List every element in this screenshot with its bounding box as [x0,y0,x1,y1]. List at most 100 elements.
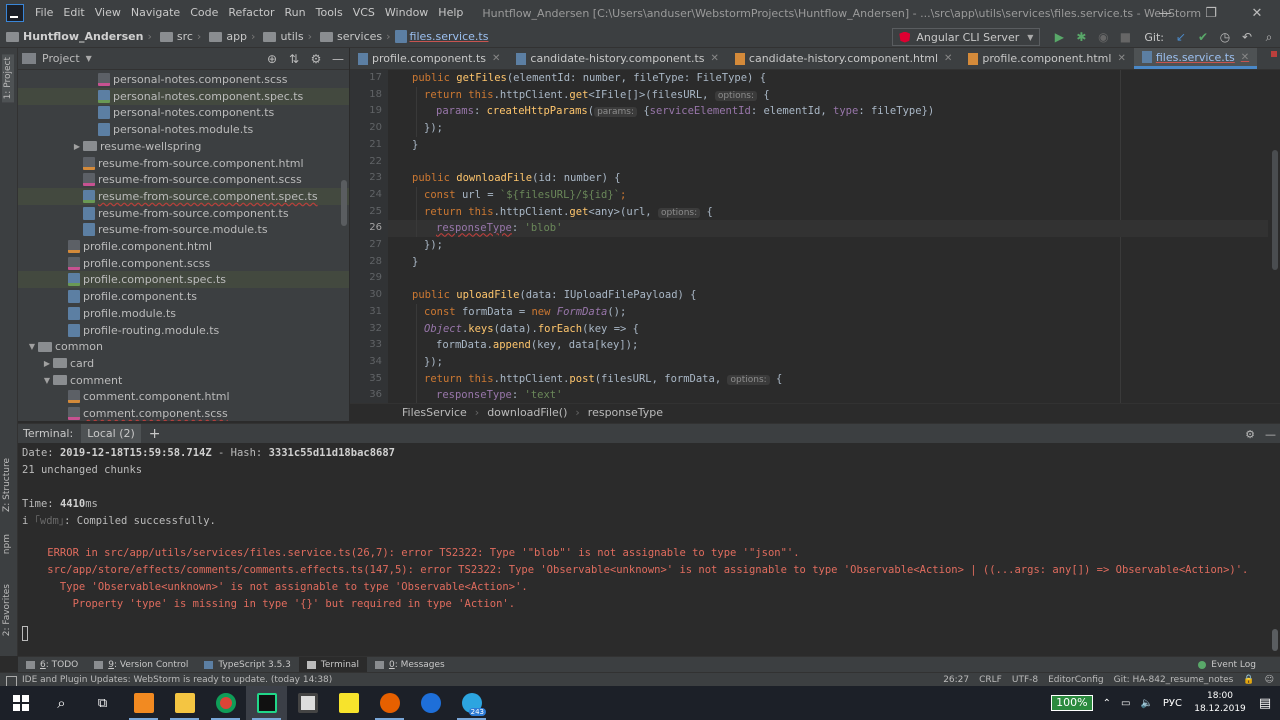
tree-file[interactable]: personal-notes.module.ts [18,121,349,138]
editor-breadcrumb-property[interactable]: responseType [588,406,663,419]
tree-file[interactable]: profile.component.scss [18,255,349,272]
chevron-right-icon[interactable]: ▶ [71,142,83,151]
editorconfig-indicator[interactable]: EditorConfig [1048,675,1104,685]
chevron-down-icon[interactable]: ▼ [26,342,38,351]
menu-navigate[interactable]: Navigate [126,0,185,26]
gear-icon[interactable]: ⚙ [1245,428,1255,441]
close-icon[interactable]: ✕ [711,53,719,64]
structure-tool-tab[interactable]: Z: Structure [2,458,12,512]
close-icon[interactable]: ✕ [944,53,952,64]
coverage-icon[interactable]: ◉ [1092,26,1114,48]
breadcrumb-utils[interactable]: utils [257,30,305,43]
tree-file[interactable]: profile.module.ts [18,305,349,322]
terminal-tool-button[interactable]: Terminal [298,656,367,673]
run-config-select[interactable]: Angular CLI Server ▼ [892,28,1041,46]
close-icon[interactable]: ✕ [1234,0,1280,26]
minimize-icon[interactable]: — [1142,0,1188,26]
breadcrumb-app[interactable]: app [203,30,249,43]
language-indicator[interactable]: РУС [1163,698,1182,709]
restore-icon[interactable]: ❐ [1188,0,1234,26]
terminal-tab-local[interactable]: Local (2) [81,423,141,444]
favorites-tool-tab[interactable]: 2: Favorites [2,584,12,636]
chevron-up-icon[interactable]: ⌃ [1103,698,1111,709]
tree-file[interactable]: profile.component.html [18,238,349,255]
editor-tab[interactable]: profile.component.html ✕ [960,48,1133,69]
tree-file[interactable]: personal-notes.component.ts [18,104,349,121]
tree-file[interactable]: resume-from-source.component.html [18,155,349,172]
editor-tab[interactable]: candidate-history.component.ts ✕ [508,48,727,69]
code-editor[interactable]: 17 18 19 20 21 22 23 24 25 26 27 28 29 30 31 32 33 34 35 36… [350,70,1280,403]
sort-icon[interactable]: ⇅ [283,48,305,70]
menu-code[interactable]: Code [185,0,223,26]
close-icon[interactable]: ✕ [1241,52,1249,63]
tree-folder[interactable]: ▶ card [18,355,349,372]
tree-file[interactable]: resume-from-source.component.spec.ts [18,187,349,205]
lock-icon[interactable]: 🔒 [1243,675,1254,685]
notification-center-icon[interactable]: ▤ [1250,696,1280,711]
new-terminal-icon[interactable]: + [149,426,161,442]
todo-tool-button[interactable]: 6: TODO [18,657,86,673]
taskbar-sublime[interactable] [123,686,164,720]
task-view-button[interactable]: ⧉ [82,686,123,720]
event-log-button[interactable]: Event Log [1198,657,1256,673]
breadcrumb-src[interactable]: src [154,30,195,43]
tree-folder[interactable]: ▶ resume-wellspring [18,138,349,155]
clock[interactable]: 18:00 18.12.2019 [1190,690,1250,716]
close-icon[interactable]: ✕ [1117,53,1125,64]
inspector-icon[interactable]: ☺ [1265,675,1274,685]
menu-view[interactable]: View [90,0,126,26]
tree-file[interactable]: resume-from-source.component.ts [18,205,349,222]
terminal-scrollbar[interactable] [1272,629,1278,651]
tree-folder[interactable]: ▼ common [18,338,349,355]
project-tool-tab[interactable]: 1: Project [2,54,14,103]
taskbar-firefox[interactable] [369,686,410,720]
caret-position[interactable]: 26:27 [943,675,969,685]
terminal-output[interactable]: Date: 2019-12-18T15:59:58.714Z - Hash: 3… [18,443,1280,656]
editor-tab[interactable]: files.service.ts ✕ [1133,48,1258,69]
editor-scrollbar[interactable] [1272,150,1278,270]
tree-file[interactable]: comment.component.scss [18,405,349,421]
git-branch[interactable]: Git: HA-842_resume_notes [1114,675,1234,685]
volume-icon[interactable]: 🔈 [1140,698,1152,709]
locate-icon[interactable]: ⊕ [261,48,283,70]
editor-breadcrumb-class[interactable]: FilesService [402,406,467,419]
vcs-update-icon[interactable]: ↙ [1170,26,1192,48]
editor-tab[interactable]: candidate-history.component.html ✕ [727,48,961,69]
stop-icon[interactable]: ■ [1114,26,1136,48]
menu-vcs[interactable]: VCS [348,0,380,26]
gear-icon[interactable]: ⚙ [305,48,327,70]
tree-folder[interactable]: ▼ comment [18,372,349,389]
menu-window[interactable]: Window [380,0,433,26]
version-control-tool-button[interactable]: 9: Version Control [86,657,196,673]
tree-file[interactable]: resume-from-source.component.scss [18,171,349,188]
run-icon[interactable]: ▶ [1048,26,1070,48]
battery-indicator[interactable]: 100% [1051,695,1093,711]
file-encoding[interactable]: UTF-8 [1012,675,1038,685]
taskbar-webstorm[interactable] [246,686,287,720]
menu-file[interactable]: File [30,0,58,26]
chevron-down-icon[interactable]: ▼ [41,376,53,385]
debug-icon[interactable]: ✱ [1070,26,1092,48]
hide-icon[interactable]: — [1265,428,1276,441]
menu-refactor[interactable]: Refactor [223,0,279,26]
tree-file[interactable]: personal-notes.component.spec.ts [18,87,349,105]
menu-run[interactable]: Run [280,0,311,26]
close-icon[interactable]: ✕ [492,53,500,64]
taskbar-photos[interactable] [287,686,328,720]
tree-file[interactable]: profile.component.spec.ts [18,271,349,289]
taskbar-maps[interactable] [410,686,451,720]
messages-tool-button[interactable]: 0: Messages [367,657,453,673]
chevron-right-icon[interactable]: ▶ [41,359,53,368]
status-message[interactable]: IDE and Plugin Updates: WebStorm is read… [0,675,332,687]
breadcrumb-project[interactable]: Huntflow_Andersen [0,30,145,43]
tree-file[interactable]: resume-from-source.module.ts [18,221,349,238]
tree-file[interactable]: personal-notes.component.scss [18,71,349,88]
search-button[interactable]: ⌕ [41,686,82,720]
start-button[interactable] [0,686,41,720]
taskbar-telegram[interactable]: 243 [451,686,492,720]
npm-tool-tab[interactable]: npm [2,534,12,554]
hide-icon[interactable]: — [327,48,349,70]
tree-file[interactable]: comment.component.html [18,388,349,405]
tree-file[interactable]: profile.component.ts [18,288,349,305]
vcs-commit-icon[interactable]: ✔ [1192,26,1214,48]
